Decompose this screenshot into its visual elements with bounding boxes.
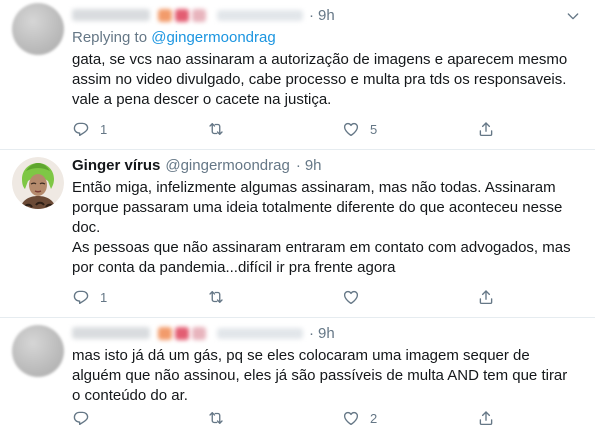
tweet-text: Então miga, infelizmente algumas assinar… — [72, 178, 581, 278]
replying-handle-link[interactable]: @gingermoondrag — [151, 29, 275, 46]
avatar[interactable] — [12, 157, 64, 209]
tweet-header: Ginger vírus @gingermoondrag · 9h — [72, 154, 581, 176]
reply-button[interactable] — [72, 409, 207, 427]
tweet-text-line: assim no video divulgado, cabe processo … — [72, 71, 567, 88]
tweet-text-line: alguém que não assinou, eles já são pass… — [72, 367, 568, 384]
share-icon — [477, 288, 495, 306]
share-button[interactable] — [477, 288, 595, 306]
heart-icon — [342, 409, 360, 427]
reply-count: 1 — [100, 121, 108, 137]
separator-dot: · — [309, 6, 314, 24]
separator-dot: · — [295, 156, 301, 174]
user-handle[interactable]: @gingermoondrag — [165, 157, 289, 174]
redacted-emoji — [192, 8, 206, 22]
tweet-actions: 1 — [72, 287, 595, 307]
heart-icon — [342, 120, 360, 138]
like-button[interactable]: 5 — [342, 120, 477, 138]
tweet-header: · 9h — [72, 322, 581, 344]
redacted-emoji — [158, 8, 172, 22]
reply-button[interactable]: 1 — [72, 288, 207, 306]
redacted-emoji — [158, 326, 172, 340]
tweet-header: · 9h — [72, 4, 581, 26]
replying-to: Replying to @gingermoondrag — [72, 28, 581, 48]
tweet-text-line: As pessoas que não assinaram entraram em… — [72, 239, 571, 256]
retweet-icon — [207, 288, 225, 306]
redacted-emoji — [175, 326, 189, 340]
reply-button[interactable]: 1 — [72, 120, 207, 138]
reply-icon — [72, 120, 90, 138]
redacted-emoji — [192, 326, 206, 340]
reply-count: 1 — [100, 289, 108, 305]
avatar[interactable] — [12, 3, 64, 55]
reply-icon — [72, 288, 90, 306]
retweet-icon — [207, 120, 225, 138]
tweet-reply-1[interactable]: · 9h Replying to @gingermoondrag gata, s… — [0, 0, 595, 150]
retweet-button[interactable] — [207, 409, 342, 427]
share-icon — [477, 409, 495, 427]
timestamp[interactable]: 9h — [318, 325, 335, 342]
timestamp[interactable]: 9h — [305, 157, 322, 174]
share-button[interactable] — [477, 120, 595, 138]
tweet-text-line: por conta da pandemia...difícil ir pra f… — [72, 259, 396, 276]
tweet-text-line: o conteúdo do ar. — [72, 387, 188, 404]
display-name[interactable]: Ginger vírus — [72, 157, 160, 174]
tweet-text: gata, se vcs nao assinaram a autorização… — [72, 50, 581, 110]
tweet-reply-2[interactable]: Ginger vírus @gingermoondrag · 9h Então … — [0, 150, 595, 318]
like-count: 5 — [370, 121, 378, 137]
avatar[interactable] — [12, 325, 64, 377]
heart-icon — [342, 288, 360, 306]
tweet-actions: 2 — [72, 408, 595, 428]
chevron-down-icon[interactable] — [565, 8, 581, 24]
like-count: 2 — [370, 410, 378, 426]
tweet-text: mas isto já dá um gás, pq se eles coloca… — [72, 346, 581, 406]
timestamp[interactable]: 9h — [318, 7, 335, 24]
tweet-actions: 1 5 — [72, 119, 595, 139]
redacted-handle[interactable] — [217, 327, 303, 339]
retweet-button[interactable] — [207, 288, 342, 306]
tweet-text-line: porque passaram uma ideia totalmente dif… — [72, 199, 563, 216]
redacted-name[interactable] — [72, 9, 150, 21]
separator-dot: · — [309, 324, 314, 342]
like-button[interactable]: 2 — [342, 409, 477, 427]
tweet-text-line: doc. — [72, 219, 101, 236]
tweet-text-line: mas isto já dá um gás, pq se eles coloca… — [72, 347, 530, 364]
tweet-text-line: vale a pena descer o cacete na justiça. — [72, 91, 332, 108]
tweet-text-line: Então miga, infelizmente algumas assinar… — [72, 179, 556, 196]
reply-icon — [72, 409, 90, 427]
redacted-name[interactable] — [72, 327, 150, 339]
replying-prefix: Replying to — [72, 29, 148, 46]
retweet-icon — [207, 409, 225, 427]
tweet-reply-3[interactable]: · 9h mas isto já dá um gás, pq se eles c… — [0, 318, 595, 439]
redacted-handle[interactable] — [217, 9, 303, 21]
share-button[interactable] — [477, 409, 595, 427]
share-icon — [477, 120, 495, 138]
tweet-text-line: gata, se vcs nao assinaram a autorização… — [72, 51, 568, 68]
retweet-button[interactable] — [207, 120, 342, 138]
redacted-emoji — [175, 8, 189, 22]
like-button[interactable] — [342, 288, 477, 306]
